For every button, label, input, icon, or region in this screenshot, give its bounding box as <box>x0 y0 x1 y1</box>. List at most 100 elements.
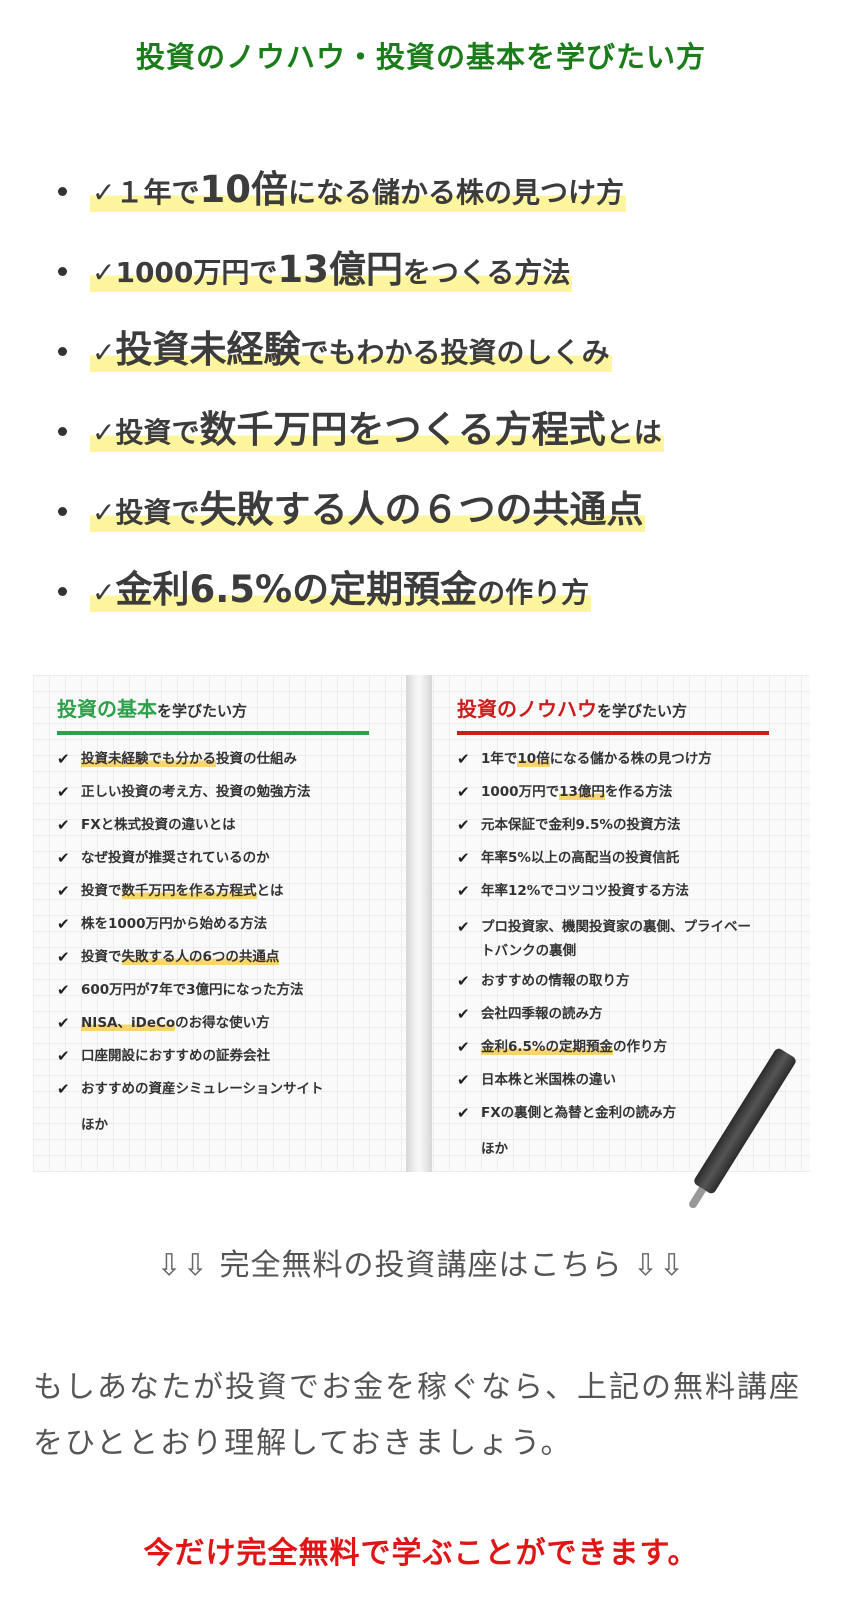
topic-text: 投資で <box>81 949 122 965</box>
benefit-text-part: になる儲かる株の見つけ方 <box>287 175 624 209</box>
down-arrows-icon: ⇩⇩ <box>633 1248 686 1283</box>
benefit-text: ✓投資で失敗する人の６つの共通点 <box>90 487 646 533</box>
check-icon: ✓ <box>92 415 116 449</box>
benefit-item: ✓１年で10倍になる儲かる株の見つけ方 <box>58 150 818 230</box>
body-paragraph: もしあなたが投資でお金を稼ぐなら、上記の無料講座をひととおり理解しておきましょう… <box>33 1370 801 1461</box>
topic-item: ✔ FXと株式投資の違いとは <box>57 816 369 834</box>
topic-text: 口座開設におすすめの証券会社 <box>81 1048 270 1064</box>
check-icon: ✓ <box>92 175 116 209</box>
topic-item: ✔ 投資未経験でも分かる投資の仕組み <box>57 750 369 768</box>
check-icon: ✔ <box>457 816 470 834</box>
topic-text: 年率12%でコツコツ投資する方法 <box>481 883 689 899</box>
topic-highlight: NISA、iDeCo <box>81 1015 176 1031</box>
topic-text: FXの裏側と為替と金利の読み方 <box>481 1105 677 1121</box>
benefit-list: ✓１年で10倍になる儲かる株の見つけ方 ✓1000万円で13億円をつくる方法 ✓投資… <box>58 150 818 630</box>
topic-text: プロ投資家、機関投資家の裏側、プライベートバンクの裏側 <box>481 919 751 959</box>
check-icon: ✓ <box>92 495 116 529</box>
free-course-link[interactable]: ⇩⇩ 完全無料の投資講座はこちら ⇩⇩ <box>0 1240 842 1284</box>
benefit-text: ✓１年で10倍になる儲かる株の見つけ方 <box>90 167 626 213</box>
benefit-item: ✓1000万円で13億円をつくる方法 <box>58 230 818 310</box>
topic-text: 日本株と米国株の違い <box>481 1072 616 1088</box>
benefit-text-part: 金利6.5%の定期預金 <box>115 567 478 611</box>
topic-text: 会社四季報の読み方 <box>481 1006 603 1022</box>
benefit-text-part: 13億円 <box>277 247 403 291</box>
page-headline: 投資のノウハウ・投資の基本を学びたい方 <box>135 40 706 74</box>
topic-text: のお得な使い方 <box>175 1015 270 1031</box>
benefit-text: ✓投資で数千万円をつくる方程式とは <box>90 407 664 453</box>
basics-card: 投資の基本を学びたい方 ✔ 投資未経験でも分かる投資の仕組み ✔ 正しい投資の考え方、… <box>57 675 369 1133</box>
topic-text: とは <box>256 883 284 899</box>
benefit-text: ✓1000万円で13億円をつくる方法 <box>90 247 573 293</box>
benefit-item: ✓投資未経験でもわかる投資のしくみ <box>58 310 818 390</box>
topic-item: ✔ 元本保証で金利9.5%の投資方法 <box>457 816 762 834</box>
topic-item: ✔ おすすめの資産シミュレーションサイト <box>57 1080 369 1098</box>
benefit-text-part: 投資で <box>115 495 200 529</box>
topic-item: ✔ 年率5%以上の高配当の投資信託 <box>457 849 762 867</box>
topic-item: ✔ なぜ投資が推奨されているのか <box>57 849 369 867</box>
check-icon: ✔ <box>457 750 470 768</box>
check-icon: ✓ <box>92 335 116 369</box>
benefit-text-part: をつくる方法 <box>402 255 571 289</box>
benefit-item: ✓金利6.5%の定期預金の作り方 <box>58 550 818 630</box>
check-icon: ✔ <box>457 1005 470 1023</box>
topic-text: になる儲かる株の見つけ方 <box>549 751 712 767</box>
basics-topic-list: ✔ 投資未経験でも分かる投資の仕組み ✔ 正しい投資の考え方、投資の勉強方法 ✔ FXと株… <box>57 750 369 1098</box>
benefit-text-part: でもわかる投資のしくみ <box>300 335 610 369</box>
benefit-item: ✓投資で失敗する人の６つの共通点 <box>58 470 818 550</box>
benefit-text-part: 10倍 <box>199 167 288 211</box>
check-icon: ✔ <box>57 948 70 966</box>
topic-text: の作り方 <box>612 1039 667 1055</box>
topic-text: を作る方法 <box>604 784 673 800</box>
check-icon: ✔ <box>57 1047 70 1065</box>
topic-item: ✔ プロ投資家、機関投資家の裏側、プライベートバンクの裏側 <box>457 915 762 963</box>
topic-item: ✔ NISA、iDeCoのお得な使い方 <box>57 1014 369 1032</box>
topic-highlight: 失敗する人の6つの共通点 <box>121 949 280 965</box>
topic-text: 600万円が7年で3億円になった方法 <box>81 982 304 998</box>
topic-item: ✔ 600万円が7年で3億円になった方法 <box>57 981 369 999</box>
check-icon: ✔ <box>457 783 470 801</box>
benefit-text-part: 1000 <box>115 255 194 289</box>
topic-item: ✔ 口座開設におすすめの証券会社 <box>57 1047 369 1065</box>
topic-item: ✔ 投資で失敗する人の6つの共通点 <box>57 948 369 966</box>
topic-item: ✔ 1年で10倍になる儲かる株の見つけ方 <box>457 750 762 768</box>
topic-item: ✔ 日本株と米国株の違い <box>457 1071 762 1089</box>
topic-item: ✔ 株を1000万円から始める方法 <box>57 915 369 933</box>
check-icon: ✔ <box>57 1080 70 1098</box>
topic-text: 1000万円で <box>481 784 560 800</box>
topic-highlight: 金利6.5%の定期預金 <box>481 1039 613 1055</box>
course-overview-image: 投資の基本を学びたい方 ✔ 投資未経験でも分かる投資の仕組み ✔ 正しい投資の考え方、… <box>33 675 810 1196</box>
topic-highlight: 10倍 <box>517 751 550 767</box>
topic-highlight: 13億円 <box>559 784 605 800</box>
check-icon: ✔ <box>57 783 70 801</box>
basics-card-title: 投資の基本を学びたい方 <box>57 697 248 721</box>
topic-text: 1年で <box>481 751 518 767</box>
check-icon: ✔ <box>457 1038 470 1056</box>
topic-text: 年率5%以上の高配当の投資信託 <box>481 850 680 866</box>
topic-text: なぜ投資が推奨されているのか <box>81 850 270 866</box>
cta-text: 完全無料の投資講座はこちら <box>208 1248 634 1283</box>
topic-text: 元本保証で金利9.5%の投資方法 <box>481 817 681 833</box>
benefit-text-part: 投資未経験 <box>115 327 301 371</box>
topic-item: ✔ 正しい投資の考え方、投資の勉強方法 <box>57 783 369 801</box>
topic-text: おすすめの資産シミュレーションサイト <box>81 1081 324 1097</box>
down-arrows-icon: ⇩⇩ <box>156 1248 209 1283</box>
topic-item: ✔ 会社四季報の読み方 <box>457 1005 762 1023</box>
check-icon: ✓ <box>92 255 116 289</box>
benefit-text: ✓金利6.5%の定期預金の作り方 <box>90 567 592 613</box>
book-spine-divider <box>406 675 432 1172</box>
check-icon: ✔ <box>57 816 70 834</box>
knowhow-card-title: 投資のノウハウを学びたい方 <box>457 697 688 721</box>
check-icon: ✔ <box>57 882 70 900</box>
benefit-item: ✓投資で数千万円をつくる方程式とは <box>58 390 818 470</box>
topic-item: ✔ 年率12%でコツコツ投資する方法 <box>457 882 762 900</box>
topic-text: FXと株式投資の違いとは <box>81 817 236 833</box>
topic-item: ✔ 金利6.5%の定期預金の作り方 <box>457 1038 762 1056</box>
check-icon: ✔ <box>57 981 70 999</box>
check-icon: ✔ <box>457 918 470 936</box>
check-icon: ✓ <box>92 575 116 609</box>
check-icon: ✔ <box>57 1014 70 1032</box>
check-icon: ✔ <box>457 1071 470 1089</box>
check-icon: ✔ <box>57 750 70 768</box>
topic-text: 投資の仕組み <box>216 751 297 767</box>
benefit-text-part: １年で <box>115 175 200 209</box>
